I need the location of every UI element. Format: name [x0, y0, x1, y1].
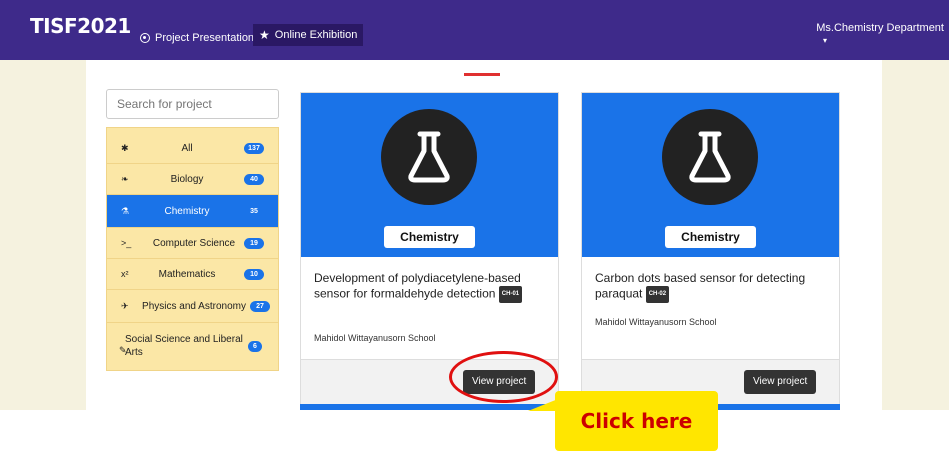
count-badge: 137 [244, 143, 264, 154]
school-name: Mahidol Wittayanusorn School [595, 317, 717, 327]
highlight-ellipse [449, 351, 558, 403]
callout-pointer [528, 399, 558, 411]
leaf-icon: ❧ [121, 174, 129, 184]
superscript-icon: x² [121, 269, 129, 279]
asterisk-icon: ✱ [121, 143, 129, 153]
project-code-badge: CH-02 [645, 286, 670, 303]
page-margin-left [0, 60, 86, 410]
category-list: ✱ All 137 ❧ Biology 40 ⚗ Chemistry 35 >_… [106, 127, 279, 371]
project-title[interactable]: Carbon dots based sensor for detecting p… [595, 271, 805, 301]
count-badge: 27 [250, 301, 270, 312]
category-label: Chemistry [164, 206, 210, 217]
callout-text: Click here [580, 409, 693, 433]
view-project-button[interactable]: View project [744, 370, 817, 394]
category-tag: Chemistry [384, 226, 475, 248]
category-biology[interactable]: ❧ Biology 40 [107, 164, 278, 195]
category-chemistry[interactable]: ⚗ Chemistry 35 [107, 195, 278, 228]
tisf-logo[interactable]: TISF2021 [30, 14, 131, 38]
category-label: Computer Science [152, 238, 236, 249]
category-computer-science[interactable]: >_ Computer Science 19 [107, 228, 278, 259]
count-badge: 19 [244, 238, 264, 249]
card-image: Chemistry [582, 93, 839, 257]
category-label: Physics and Astronomy [142, 301, 246, 312]
category-label: Mathematics [158, 269, 216, 280]
school-name: Mahidol Wittayanusorn School [314, 333, 436, 343]
count-badge: 6 [248, 341, 262, 352]
card-title: Carbon dots based sensor for detecting p… [595, 271, 830, 303]
plane-icon: ✈ [121, 301, 129, 311]
category-social-science[interactable]: ✎ Social Science and Liberal Arts 6 [107, 323, 278, 370]
card-image: Chemistry [301, 93, 558, 257]
search-input[interactable] [106, 89, 279, 119]
category-tag: Chemistry [665, 226, 756, 248]
count-badge: 35 [250, 208, 258, 215]
dot-circle-icon [140, 33, 150, 43]
terminal-icon: >_ [121, 238, 132, 248]
count-badge: 40 [244, 174, 264, 185]
project-card: Chemistry Carbon dots based sensor for d… [581, 92, 840, 405]
nav-online-exhibition[interactable]: ★ Online Exhibition [253, 24, 364, 46]
nav-project-presentation-label: Project Presentation [155, 32, 255, 44]
nav-online-exhibition-label: Online Exhibition [274, 29, 358, 41]
project-title[interactable]: Development of polydiacetylene-based sen… [314, 271, 521, 301]
count-badge: 10 [244, 269, 264, 280]
card-title: Development of polydiacetylene-based sen… [314, 271, 549, 303]
category-all[interactable]: ✱ All 137 [107, 133, 278, 164]
category-label: All [181, 143, 193, 154]
page-margin-right [882, 60, 949, 410]
section-accent-line [464, 73, 500, 76]
top-navbar: TISF2021 Project Presentation ★ Online E… [0, 0, 949, 60]
category-label: Biology [170, 174, 204, 185]
caret-down-icon[interactable]: ▾ [823, 36, 827, 45]
star-icon: ★ [259, 28, 270, 42]
project-code-badge: CH-01 [498, 286, 523, 303]
flask-icon [381, 109, 477, 205]
category-physics-astronomy[interactable]: ✈ Physics and Astronomy 27 [107, 290, 278, 323]
user-menu[interactable]: Ms.Chemistry Department [816, 22, 944, 34]
category-label: Social Science and Liberal Arts [125, 334, 243, 358]
flask-icon [662, 109, 758, 205]
flask-icon: ⚗ [121, 206, 130, 216]
next-card-preview [300, 404, 559, 410]
category-mathematics[interactable]: x² Mathematics 10 [107, 259, 278, 290]
click-here-callout: Click here [555, 391, 718, 451]
nav-project-presentation[interactable]: Project Presentation [135, 27, 259, 49]
